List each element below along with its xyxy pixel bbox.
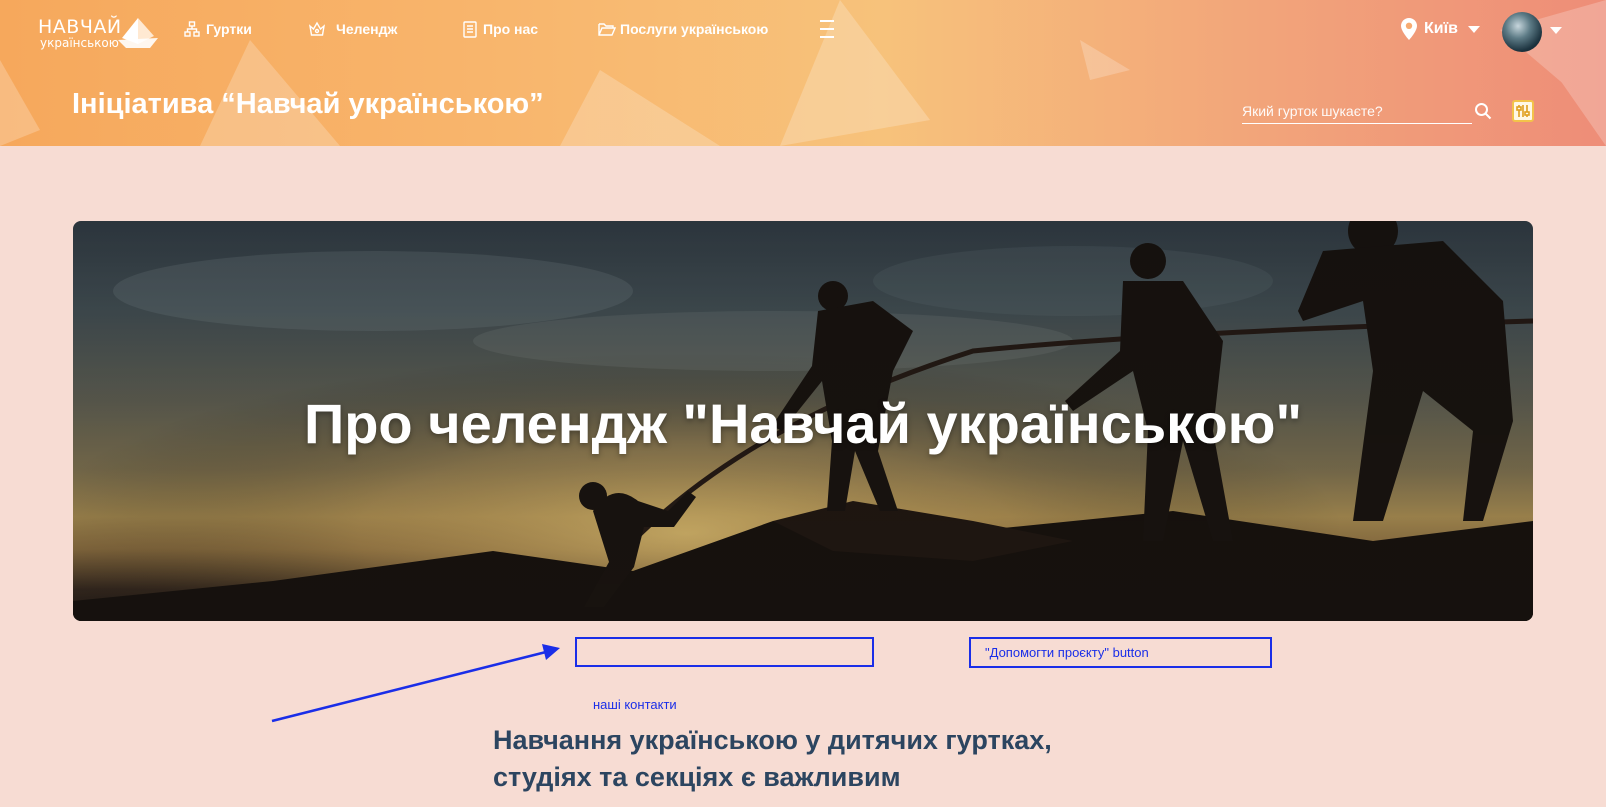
logo-text-bottom: українською bbox=[40, 36, 119, 50]
sitemap-icon bbox=[184, 21, 200, 37]
hero-banner: Про челендж "Навчай українською" bbox=[73, 221, 1533, 621]
document-icon bbox=[463, 20, 477, 38]
nav-item-label: Послуги українською bbox=[620, 21, 769, 37]
logo-text-top: НАВЧАЙ bbox=[38, 16, 122, 38]
city-selector[interactable]: Київ bbox=[1400, 16, 1480, 42]
nav-item-label: Гуртки bbox=[206, 21, 252, 37]
nav-item-label: Челендж bbox=[336, 21, 398, 37]
annotation-box-empty bbox=[575, 637, 874, 667]
nav-item-posluhy[interactable]: Послуги українською bbox=[598, 18, 768, 40]
filter-icon[interactable] bbox=[1512, 100, 1534, 122]
search-input[interactable] bbox=[1242, 98, 1472, 124]
nav-item-pro-nas[interactable]: Про нас bbox=[463, 18, 538, 40]
annotation-arrow bbox=[271, 644, 560, 723]
section-heading: Навчання українською у дитячих гуртках, … bbox=[493, 725, 1052, 792]
banner-title: Про челендж "Навчай українською" bbox=[303, 392, 1303, 455]
annotation-box-help-project: "Допомогти проєкту" button bbox=[969, 637, 1272, 668]
nav-item-chelendzh[interactable]: Челендж bbox=[308, 18, 397, 40]
crown-icon bbox=[308, 21, 326, 36]
map-pin-icon bbox=[1401, 18, 1417, 40]
paper-boat-icon bbox=[118, 18, 158, 48]
avatar[interactable] bbox=[1502, 12, 1542, 52]
chevron-down-icon[interactable] bbox=[1550, 27, 1562, 34]
site-logo[interactable]: НАВЧАЙ українською bbox=[38, 12, 162, 52]
city-label: Київ bbox=[1424, 20, 1458, 37]
hamburger-icon[interactable] bbox=[820, 18, 834, 40]
page-title: Ініціатива “Навчай українською” bbox=[72, 88, 544, 120]
nav-item-label: Про нас bbox=[483, 21, 539, 37]
contacts-link[interactable]: наші контакти bbox=[593, 697, 677, 712]
annotation-label: "Допомогти проєкту" button bbox=[985, 645, 1149, 660]
nav-item-gurtky[interactable]: Гуртки bbox=[184, 18, 252, 40]
search-icon[interactable] bbox=[1474, 102, 1492, 120]
header: НАВЧАЙ українською Гуртки Челендж Про на… bbox=[0, 0, 1606, 146]
chevron-down-icon bbox=[1467, 25, 1480, 33]
folder-open-icon bbox=[598, 22, 616, 36]
